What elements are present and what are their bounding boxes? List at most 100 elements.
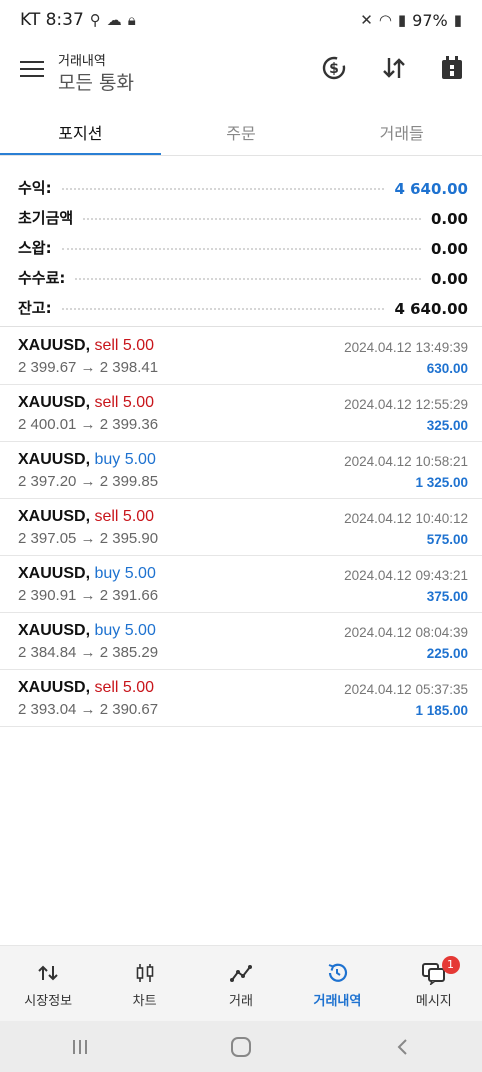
trade-row[interactable]: XAUUSD, buy 5.00 2 384.84 → 2 385.29 202… bbox=[0, 613, 482, 670]
status-bar: KT 8:37 ⚲ ☁ 🔒︎ ✕ ◠ ▮ 97% ▮ bbox=[0, 0, 482, 40]
system-nav-bar bbox=[0, 1021, 482, 1072]
nav-history[interactable]: 거래내역 bbox=[289, 946, 385, 1022]
summary-label: 초기금액 bbox=[18, 209, 74, 227]
trade-prices: 2 393.04 → 2 390.67 bbox=[18, 701, 159, 718]
trade-symbol: XAUUSD, bbox=[18, 679, 91, 696]
trade-side: buy 5.00 bbox=[94, 451, 156, 468]
trade-time: 2024.04.12 09:43:21 bbox=[344, 568, 468, 583]
nav-label: 차트 bbox=[132, 994, 157, 1009]
unread-badge: 1 bbox=[441, 956, 460, 974]
tab-bar: 포지션 주문 거래들 bbox=[0, 112, 482, 156]
bottom-nav: 시장정보 차트 거래 거래내역 1 메시지 bbox=[0, 945, 482, 1022]
cloud-icon: ☁ bbox=[106, 11, 122, 29]
link-icon: ⚲ bbox=[89, 11, 101, 29]
trade-row[interactable]: XAUUSD, sell 5.00 2 397.05 → 2 395.90 20… bbox=[0, 499, 482, 556]
summary-row-commission: 수수료: 0.00 bbox=[0, 258, 482, 288]
battery-icon: ▮ bbox=[453, 11, 462, 29]
trade-prices: 2 400.01 → 2 399.36 bbox=[18, 416, 159, 433]
summary-row-swap: 스왑: 0.00 bbox=[0, 228, 482, 258]
trade-time: 2024.04.12 13:49:39 bbox=[344, 340, 468, 355]
trade-side: sell 5.00 bbox=[94, 394, 155, 411]
trade-side: buy 5.00 bbox=[94, 565, 156, 582]
trade-row[interactable]: XAUUSD, sell 5.00 2 400.01 → 2 399.36 20… bbox=[0, 385, 482, 442]
signal-icon: ▮ bbox=[397, 11, 407, 29]
tab-positions[interactable]: 포지션 bbox=[0, 112, 161, 156]
summary-value: 0.00 bbox=[430, 210, 468, 228]
nav-label: 거래 bbox=[229, 994, 253, 1009]
summary-label: 스왑: bbox=[18, 239, 52, 257]
quotes-icon bbox=[0, 958, 96, 988]
trade-row[interactable]: XAUUSD, buy 5.00 2 397.20 → 2 399.85 202… bbox=[0, 442, 482, 499]
summary-row-profit: 수익: 4 640.00 bbox=[0, 168, 482, 198]
nav-chart[interactable]: 차트 bbox=[96, 946, 192, 1022]
trade-time: 2024.04.12 12:55:29 bbox=[344, 397, 468, 412]
screen-title: 거래내역 bbox=[58, 54, 106, 69]
trade-profit: 375.00 bbox=[426, 589, 468, 604]
trade-symbol: XAUUSD, bbox=[18, 508, 91, 525]
wifi-icon: ◠ bbox=[378, 11, 392, 29]
trade-side: buy 5.00 bbox=[94, 622, 156, 639]
tab-divider bbox=[0, 155, 482, 156]
svg-text:$: $ bbox=[329, 61, 339, 77]
summary-value: 4 640.00 bbox=[394, 180, 468, 198]
currency-exchange-icon[interactable]: $ bbox=[318, 52, 350, 84]
trade-symbol: XAUUSD, bbox=[18, 565, 91, 582]
menu-icon[interactable] bbox=[20, 56, 44, 80]
mute-icon: ✕ bbox=[360, 11, 373, 29]
recent-apps-icon[interactable] bbox=[50, 1029, 110, 1065]
trade-prices: 2 399.67 → 2 398.41 bbox=[18, 359, 159, 376]
nav-messages[interactable]: 1 메시지 bbox=[386, 946, 482, 1022]
nav-label: 거래내역 bbox=[313, 994, 362, 1009]
trade-profit: 225.00 bbox=[426, 646, 468, 661]
trade-symbol: XAUUSD, bbox=[18, 337, 91, 354]
summary-value: 4 640.00 bbox=[394, 300, 468, 318]
history-icon bbox=[289, 958, 385, 988]
trade-line-icon bbox=[193, 958, 289, 988]
trade-side: sell 5.00 bbox=[94, 679, 155, 696]
trade-row[interactable]: XAUUSD, sell 5.00 2 399.67 → 2 398.41 20… bbox=[0, 328, 482, 385]
trade-time: 2024.04.12 08:04:39 bbox=[344, 625, 468, 640]
trade-prices: 2 397.20 → 2 399.85 bbox=[18, 473, 159, 490]
trade-row[interactable]: XAUUSD, buy 5.00 2 390.91 → 2 391.66 202… bbox=[0, 556, 482, 613]
trade-profit: 1 325.00 bbox=[415, 475, 468, 490]
nav-label: 시장정보 bbox=[24, 994, 73, 1009]
summary-label: 잔고: bbox=[18, 299, 52, 317]
trade-row[interactable]: XAUUSD, sell 5.00 2 393.04 → 2 390.67 20… bbox=[0, 670, 482, 727]
summary-row-balance: 잔고: 4 640.00 bbox=[0, 288, 482, 318]
trade-prices: 2 384.84 → 2 385.29 bbox=[18, 644, 159, 661]
calendar-icon[interactable] bbox=[436, 52, 468, 84]
trade-time: 2024.04.12 10:58:21 bbox=[344, 454, 468, 469]
nav-quotes[interactable]: 시장정보 bbox=[0, 946, 96, 1022]
back-icon[interactable] bbox=[372, 1029, 432, 1065]
battery-percent: 97% bbox=[412, 10, 448, 30]
summary-divider bbox=[0, 326, 482, 327]
trade-profit: 1 185.00 bbox=[415, 703, 468, 718]
tab-orders[interactable]: 주문 bbox=[161, 112, 322, 156]
trade-symbol: XAUUSD, bbox=[18, 622, 91, 639]
summary-label: 수익: bbox=[18, 179, 52, 197]
trade-side: sell 5.00 bbox=[94, 508, 155, 525]
chart-candles-icon bbox=[96, 958, 192, 988]
trade-profit: 630.00 bbox=[426, 361, 468, 376]
home-icon[interactable] bbox=[211, 1029, 271, 1065]
trade-time: 2024.04.12 10:40:12 bbox=[344, 511, 468, 526]
app-bar: 거래내역 모든 통화 $ bbox=[0, 44, 482, 100]
trade-profit: 575.00 bbox=[426, 532, 468, 547]
trade-list: XAUUSD, sell 5.00 2 399.67 → 2 398.41 20… bbox=[0, 328, 482, 727]
trade-side: sell 5.00 bbox=[94, 337, 155, 354]
symbol-filter[interactable]: 모든 통화 bbox=[58, 68, 134, 95]
nav-trade[interactable]: 거래 bbox=[193, 946, 289, 1022]
carrier-time: KT 8:37 bbox=[20, 10, 84, 30]
trade-prices: 2 397.05 → 2 395.90 bbox=[18, 530, 159, 547]
nav-label: 메시지 bbox=[415, 994, 452, 1009]
messages-icon bbox=[386, 958, 482, 988]
summary-value: 0.00 bbox=[430, 240, 468, 258]
trade-symbol: XAUUSD, bbox=[18, 394, 91, 411]
trade-symbol: XAUUSD, bbox=[18, 451, 91, 468]
trade-time: 2024.04.12 05:37:35 bbox=[344, 682, 468, 697]
sort-icon[interactable] bbox=[378, 52, 410, 84]
tab-deals[interactable]: 거래들 bbox=[321, 112, 482, 156]
lock-icon: 🔒︎ bbox=[127, 11, 136, 29]
trade-profit: 325.00 bbox=[426, 418, 468, 433]
trade-prices: 2 390.91 → 2 391.66 bbox=[18, 587, 159, 604]
